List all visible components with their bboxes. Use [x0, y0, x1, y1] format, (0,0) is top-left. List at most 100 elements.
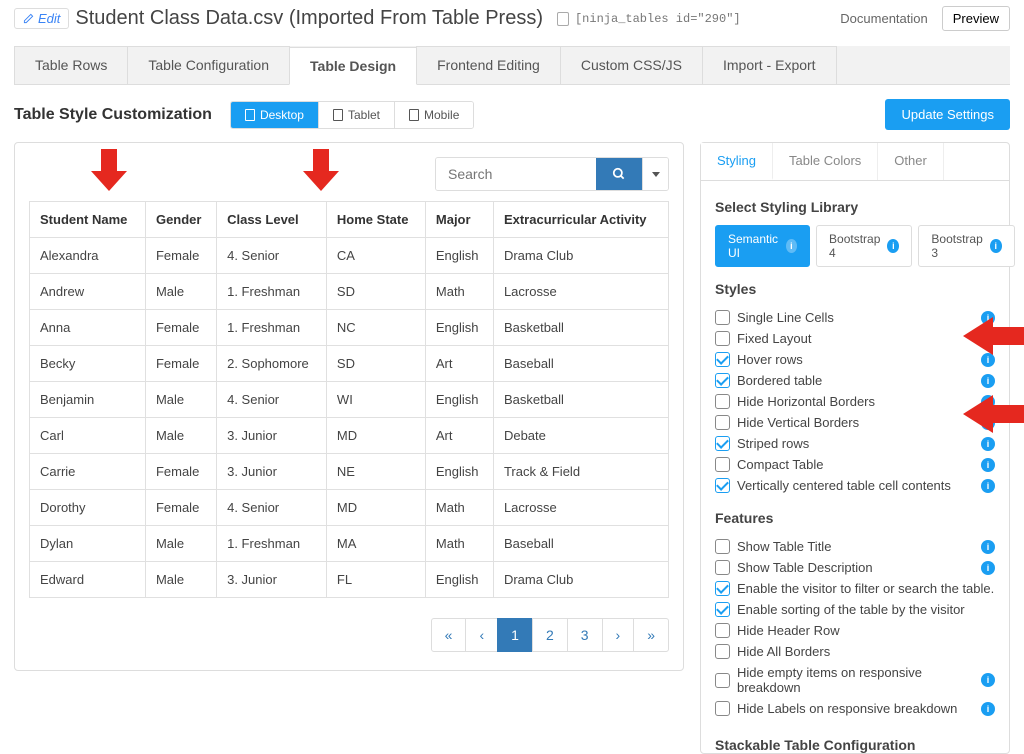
column-header[interactable]: Extracurricular Activity	[493, 202, 668, 238]
checkbox[interactable]	[715, 310, 730, 325]
table-cell: 4. Senior	[217, 238, 327, 274]
checkbox[interactable]	[715, 560, 730, 575]
checkbox[interactable]	[715, 331, 730, 346]
style-row: Bordered table i	[715, 370, 995, 391]
device-desktop[interactable]: Desktop	[231, 102, 319, 128]
update-settings-button[interactable]: Update Settings	[885, 99, 1010, 130]
checkbox[interactable]	[715, 394, 730, 409]
table-cell: English	[425, 310, 493, 346]
library-bootstrap-3[interactable]: Bootstrap 3i	[918, 225, 1014, 267]
device-mobile[interactable]: Mobile	[395, 102, 473, 128]
page-prev[interactable]: ‹	[465, 618, 498, 652]
checkbox[interactable]	[715, 602, 730, 617]
table-row: BenjaminMale4. SeniorWIEnglishBasketball	[30, 382, 669, 418]
table-cell: Andrew	[30, 274, 146, 310]
table-row: BeckyFemale2. SophomoreSDArtBaseball	[30, 346, 669, 382]
info-icon[interactable]: i	[981, 458, 995, 472]
device-tablet[interactable]: Tablet	[319, 102, 395, 128]
checkbox[interactable]	[715, 478, 730, 493]
column-header[interactable]: Class Level	[217, 202, 327, 238]
table-row: DorothyFemale4. SeniorMDMathLacrosse	[30, 490, 669, 526]
checkbox[interactable]	[715, 539, 730, 554]
info-icon[interactable]: i	[981, 702, 995, 716]
info-icon[interactable]: i	[981, 673, 995, 687]
shortcode-display[interactable]: [ninja_tables id="290"]	[557, 12, 741, 26]
column-header[interactable]: Home State	[326, 202, 425, 238]
page-3[interactable]: 3	[567, 618, 603, 652]
table-preview-panel: Student NameGenderClass LevelHome StateM…	[14, 142, 684, 671]
library-semantic-ui[interactable]: Semantic UIi	[715, 225, 810, 267]
page-last[interactable]: »	[633, 618, 669, 652]
checkbox[interactable]	[715, 436, 730, 451]
checkbox-label: Show Table Description	[737, 560, 977, 575]
chevron-down-icon	[652, 172, 660, 177]
table-cell: Basketball	[493, 382, 668, 418]
table-cell: SD	[326, 274, 425, 310]
checkbox-label: Bordered table	[737, 373, 977, 388]
checkbox[interactable]	[715, 581, 730, 596]
tab-table-rows[interactable]: Table Rows	[14, 46, 128, 84]
table-cell: Male	[145, 526, 216, 562]
search-button[interactable]	[596, 158, 642, 190]
checkbox[interactable]	[715, 457, 730, 472]
features-heading: Features	[715, 510, 995, 526]
page-title: Student Class Data.csv (Imported From Ta…	[75, 7, 543, 30]
settings-tab-styling[interactable]: Styling	[701, 143, 773, 180]
feature-row: Show Table Titlei	[715, 536, 995, 557]
preview-button[interactable]: Preview	[942, 6, 1010, 31]
info-icon[interactable]: i	[981, 540, 995, 554]
checkbox[interactable]	[715, 352, 730, 367]
tab-table-configuration[interactable]: Table Configuration	[127, 46, 290, 84]
table-cell: NC	[326, 310, 425, 346]
page-1[interactable]: 1	[497, 618, 533, 652]
info-icon[interactable]: i	[990, 239, 1002, 253]
table-row: DylanMale1. FreshmanMAMathBaseball	[30, 526, 669, 562]
info-icon[interactable]: i	[981, 561, 995, 575]
library-bootstrap-4[interactable]: Bootstrap 4i	[816, 225, 912, 267]
checkbox[interactable]	[715, 415, 730, 430]
settings-tab-table-colors[interactable]: Table Colors	[773, 143, 878, 180]
tab-frontend-editing[interactable]: Frontend Editing	[416, 46, 561, 84]
table-cell: Basketball	[493, 310, 668, 346]
documentation-link[interactable]: Documentation	[840, 11, 927, 26]
annotation-arrow-striped	[963, 395, 1015, 431]
info-icon[interactable]: i	[887, 239, 899, 253]
checkbox[interactable]	[715, 701, 730, 716]
checkbox[interactable]	[715, 623, 730, 638]
edit-button[interactable]: Edit	[14, 8, 69, 29]
tab-table-design[interactable]: Table Design	[289, 47, 417, 85]
info-icon[interactable]: i	[981, 437, 995, 451]
settings-tab-other[interactable]: Other	[878, 143, 944, 180]
tab-custom-css-js[interactable]: Custom CSS/JS	[560, 46, 703, 84]
table-cell: CA	[326, 238, 425, 274]
table-cell: 1. Freshman	[217, 310, 327, 346]
table-cell: Female	[145, 490, 216, 526]
file-icon	[557, 12, 569, 26]
info-icon[interactable]: i	[786, 239, 797, 253]
device-icon	[245, 109, 255, 121]
table-cell: Female	[145, 454, 216, 490]
search-icon	[612, 167, 626, 181]
checkbox[interactable]	[715, 644, 730, 659]
checkbox[interactable]	[715, 673, 730, 688]
search-dropdown[interactable]	[642, 158, 668, 190]
checkbox[interactable]	[715, 373, 730, 388]
page-next[interactable]: ›	[602, 618, 635, 652]
sub-title: Table Style Customization	[14, 106, 212, 124]
info-icon[interactable]: i	[981, 374, 995, 388]
table-row: AlexandraFemale4. SeniorCAEnglishDrama C…	[30, 238, 669, 274]
page-2[interactable]: 2	[532, 618, 568, 652]
sub-row: Table Style Customization DesktopTabletM…	[0, 85, 1024, 142]
device-icon	[409, 109, 419, 121]
column-header[interactable]: Major	[425, 202, 493, 238]
column-header[interactable]: Student Name	[30, 202, 146, 238]
tab-import-export[interactable]: Import - Export	[702, 46, 837, 84]
table-cell: Lacrosse	[493, 490, 668, 526]
info-icon[interactable]: i	[981, 479, 995, 493]
search-input[interactable]	[436, 158, 596, 190]
table-row: AnnaFemale1. FreshmanNCEnglishBasketball	[30, 310, 669, 346]
page-first[interactable]: «	[431, 618, 467, 652]
column-header[interactable]: Gender	[145, 202, 216, 238]
table-row: CarlMale3. JuniorMDArtDebate	[30, 418, 669, 454]
library-buttons: Semantic UIiBootstrap 4iBootstrap 3i	[715, 225, 995, 267]
